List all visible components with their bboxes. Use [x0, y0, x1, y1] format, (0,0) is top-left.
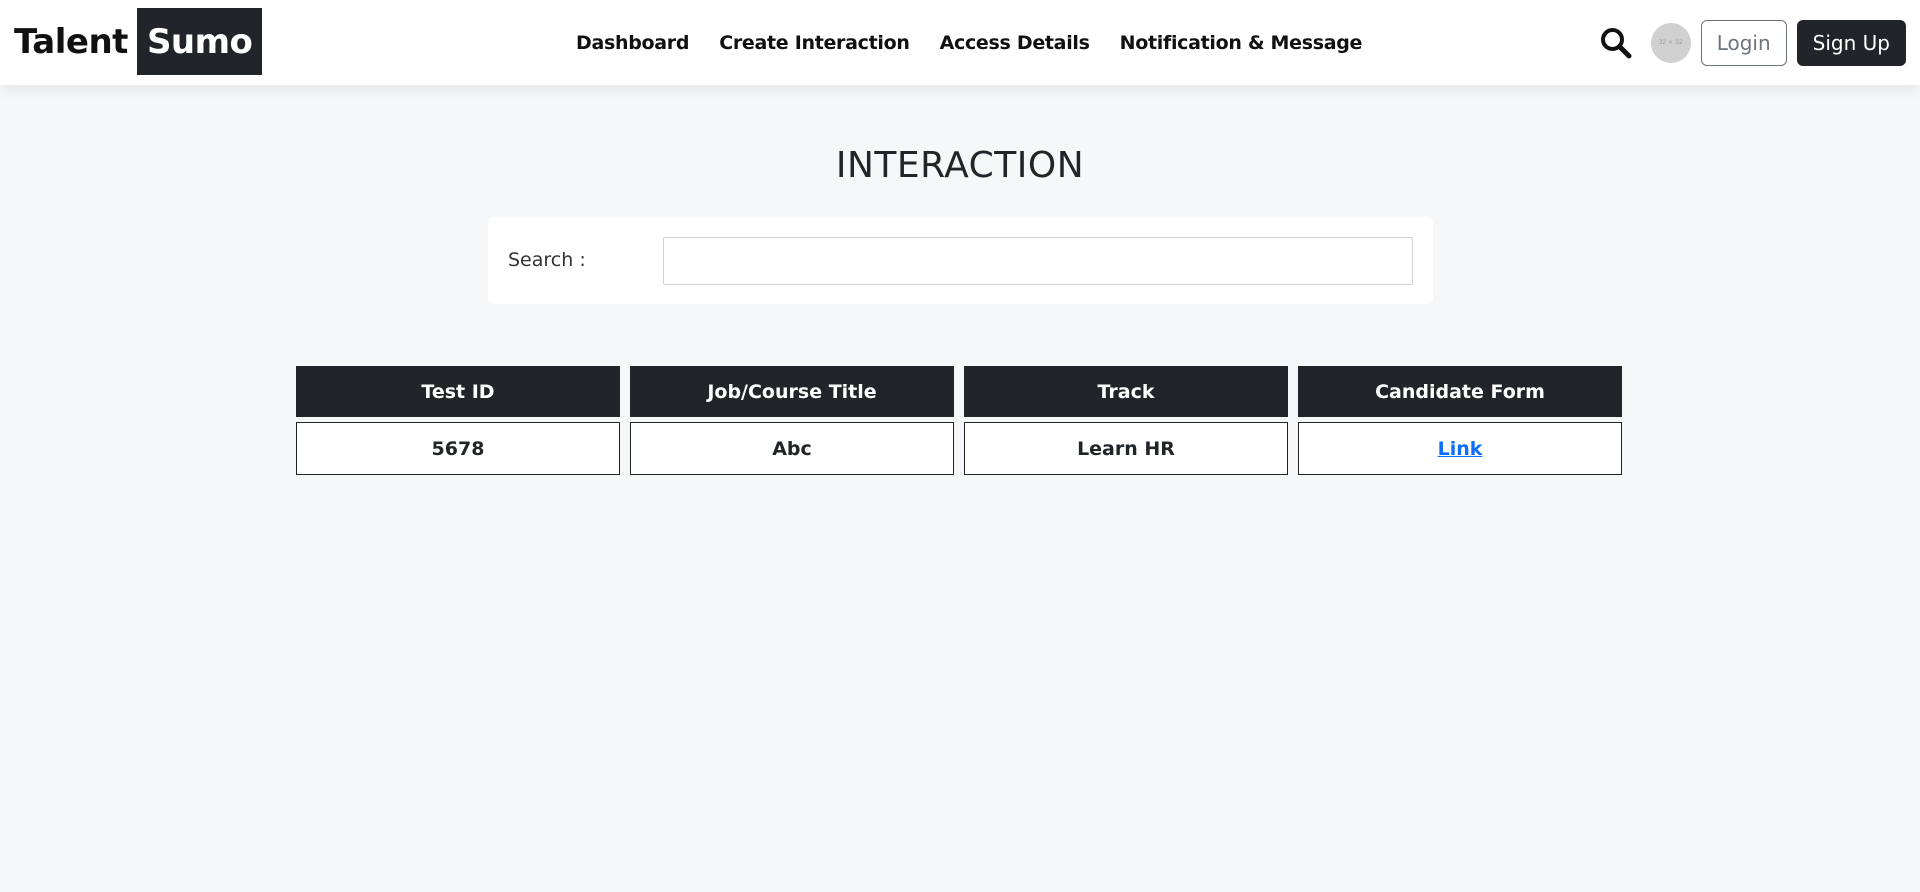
- candidate-form-link[interactable]: Link: [1438, 438, 1483, 460]
- nav-actions: 32 × 32 Login Sign Up: [1599, 0, 1906, 85]
- avatar[interactable]: 32 × 32: [1650, 22, 1691, 63]
- page-title: INTERACTION: [835, 145, 1085, 186]
- brand-talent-text: Talent: [14, 21, 128, 62]
- nav-link-dashboard[interactable]: Dashboard: [576, 32, 689, 54]
- nav-link-create-interaction[interactable]: Create Interaction: [719, 32, 910, 54]
- interaction-table: Test ID Job/Course Title Track Candidate…: [296, 366, 1624, 475]
- search-input[interactable]: [663, 237, 1413, 285]
- table-header-job-course-title: Job/Course Title: [630, 366, 954, 417]
- login-button[interactable]: Login: [1700, 19, 1787, 66]
- brand-logo[interactable]: Talent Sumo: [14, 8, 263, 75]
- search-card: Search :: [488, 217, 1433, 304]
- brand-sumo-text: Sumo: [136, 8, 263, 75]
- search-label: Search :: [508, 249, 586, 271]
- table-cell-track: Learn HR: [964, 422, 1288, 475]
- table-header-track: Track: [964, 366, 1288, 417]
- table-cell-test-id: 5678: [296, 422, 620, 475]
- nav-link-access-details[interactable]: Access Details: [940, 32, 1090, 54]
- table-cell-candidate-form: Link: [1298, 422, 1622, 475]
- table-header-test-id: Test ID: [296, 366, 620, 417]
- navbar: Talent Sumo Dashboard Create Interaction…: [0, 0, 1920, 85]
- avatar-placeholder-text: 32 × 32: [1658, 39, 1683, 46]
- signup-button[interactable]: Sign Up: [1796, 19, 1906, 66]
- search-icon[interactable]: [1599, 26, 1633, 60]
- table-cell-title: Abc: [630, 422, 954, 475]
- nav-links: Dashboard Create Interaction Access Deta…: [576, 0, 1392, 85]
- table-header-candidate-form: Candidate Form: [1298, 366, 1622, 417]
- nav-link-notification-message[interactable]: Notification & Message: [1120, 32, 1363, 54]
